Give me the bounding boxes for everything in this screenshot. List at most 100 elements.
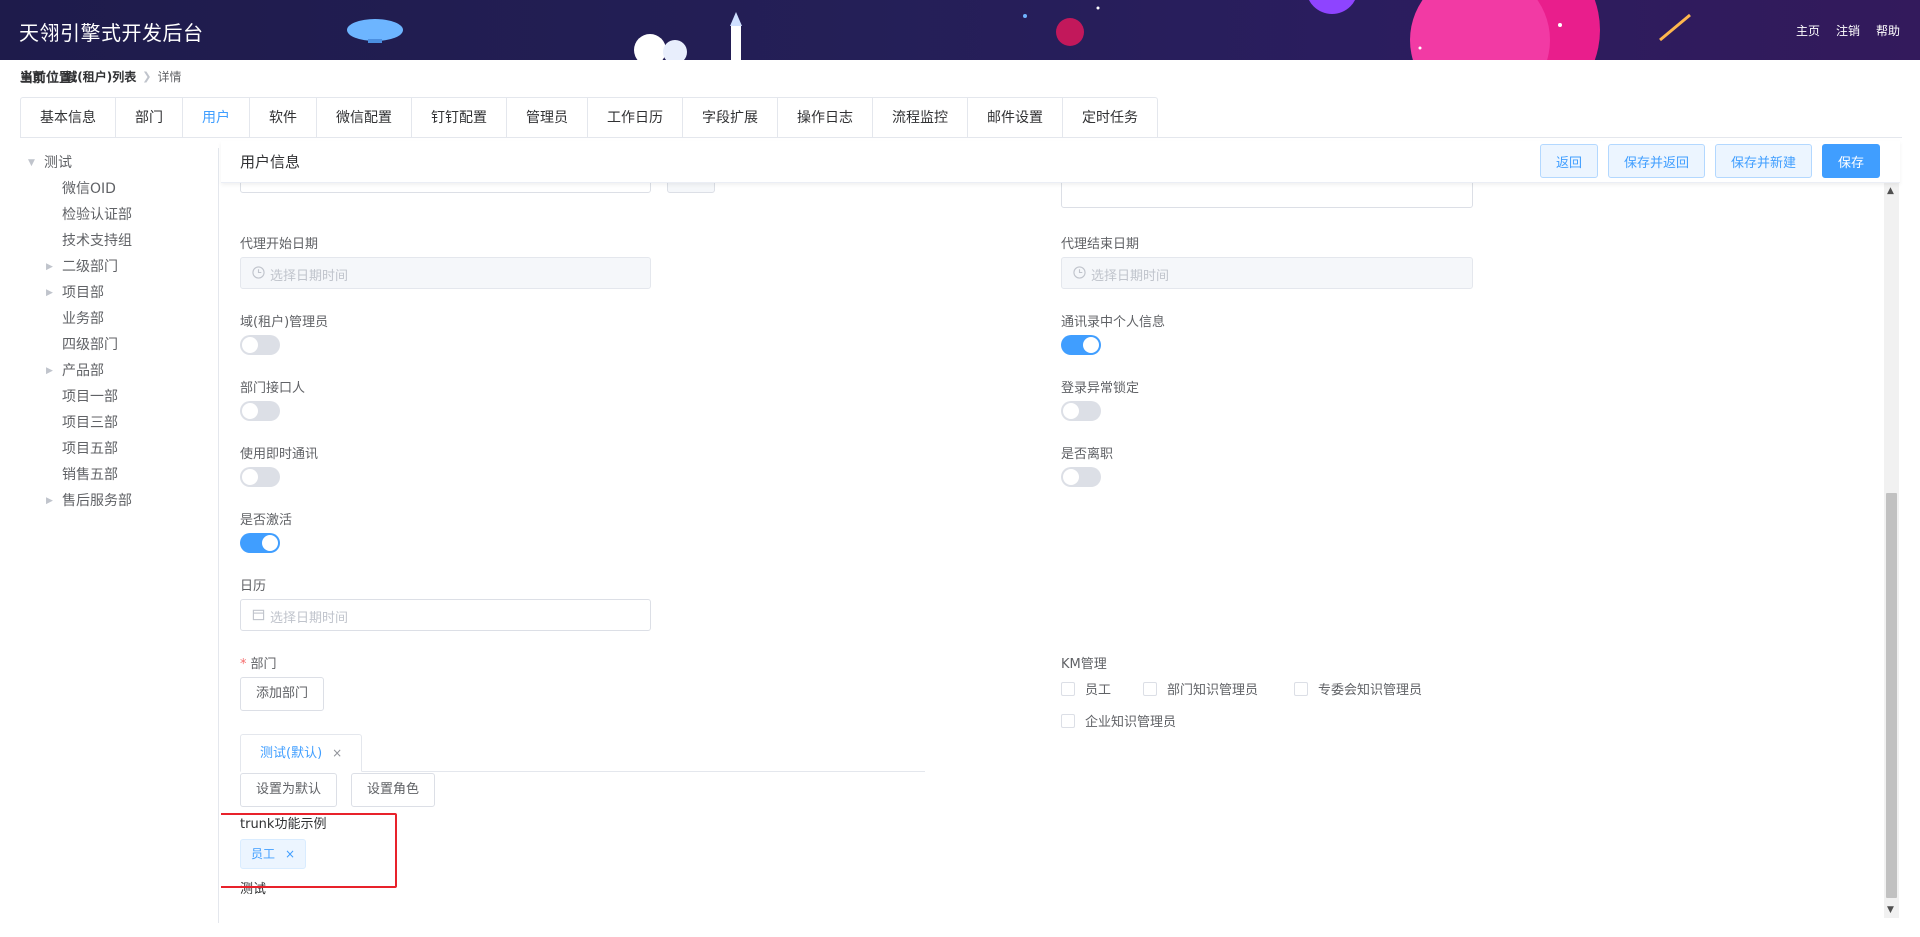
save-button[interactable]: 保存	[1821, 144, 1880, 178]
instant-msg-switch[interactable]	[240, 467, 280, 487]
calendar-input[interactable]: 选择日期时间	[240, 599, 651, 631]
partial-textarea[interactable]	[1061, 183, 1473, 208]
save-and-back-button[interactable]: 保存并返回	[1607, 144, 1705, 178]
tree-node[interactable]: 项目三部	[24, 410, 214, 436]
activated-label: 是否激活	[240, 513, 293, 528]
tabs-divider	[20, 137, 1902, 138]
scrollbar-thumb[interactable]	[1886, 493, 1897, 898]
partial-button[interactable]	[667, 183, 715, 193]
app-title: 天翎引擎式开发后台	[19, 21, 204, 45]
breadcrumb: 当前位置: 主页 ❯ 域(租户)列表 ❯ 详情	[20, 68, 182, 86]
login-lock-switch[interactable]	[1061, 401, 1101, 421]
tab-admin[interactable]: 管理员	[506, 98, 587, 138]
proxy-start-label: 代理开始日期	[240, 237, 319, 252]
tree-node[interactable]: 业务部	[24, 306, 214, 332]
tab-wechat-config[interactable]: 微信配置	[316, 98, 411, 138]
tree-node[interactable]: 销售五部	[24, 462, 214, 488]
user-form: 代理开始日期 选择日期时间 代理结束日期 选择日期时间 域(租户)管理员 通讯录…	[221, 183, 1884, 923]
checkbox-label: 企业知识管理员	[1085, 715, 1177, 730]
activated-switch[interactable]	[240, 533, 280, 553]
tab-department[interactable]: 部门	[115, 98, 182, 138]
proxy-start-input[interactable]: 选择日期时间	[240, 257, 651, 289]
chevron-right-icon: ❯	[142, 70, 152, 83]
header-links: 主页 注销 帮助	[1796, 22, 1900, 39]
tab-basic-info[interactable]: 基本信息	[21, 98, 115, 138]
tree-node[interactable]: 项目一部	[24, 384, 214, 410]
tab-mail-settings[interactable]: 邮件设置	[967, 98, 1062, 138]
contact-personal-switch[interactable]	[1061, 335, 1101, 355]
highlight-box	[221, 813, 397, 888]
tree-node-label: 微信OID	[62, 181, 116, 197]
km-committee-admin-checkbox[interactable]: 专委会知识管理员	[1294, 679, 1422, 698]
caret-right-icon: ▶	[46, 366, 53, 376]
tree-node[interactable]: ▶ 二级部门	[24, 254, 214, 280]
partial-input[interactable]	[240, 183, 651, 193]
instant-msg-label: 使用即时通讯	[240, 447, 319, 462]
tree-node-label: 售后服务部	[62, 493, 132, 509]
tab-software[interactable]: 软件	[249, 98, 316, 138]
tree-node[interactable]: 四级部门	[24, 332, 214, 358]
set-role-button[interactable]: 设置角色	[351, 773, 436, 807]
km-employee-checkbox[interactable]: 员工	[1061, 679, 1111, 698]
scrollbar[interactable]: ▲ ▼	[1884, 183, 1899, 918]
tab-dingtalk-config[interactable]: 钉钉配置	[411, 98, 506, 138]
caret-right-icon: ▶	[46, 288, 53, 298]
dept-contact-switch[interactable]	[240, 401, 280, 421]
dept-tab-label: 测试(默认)	[260, 746, 323, 761]
resigned-label: 是否离职	[1061, 447, 1114, 462]
proxy-end-placeholder: 选择日期时间	[1091, 269, 1170, 284]
proxy-end-input[interactable]: 选择日期时间	[1061, 257, 1473, 289]
tab-operation-log[interactable]: 操作日志	[777, 98, 872, 138]
checkbox-box	[1143, 681, 1157, 696]
tree-node[interactable]: 技术支持组	[24, 228, 214, 254]
scroll-down-icon[interactable]: ▼	[1887, 905, 1894, 915]
main-tabs: 基本信息 部门 用户 软件 微信配置 钉钉配置 管理员 工作日历 字段扩展 操作…	[20, 97, 1158, 138]
tree-node[interactable]: ▶ 项目部	[24, 280, 214, 306]
tree-node[interactable]: ▶ 售后服务部	[24, 488, 214, 514]
add-department-button[interactable]: 添加部门	[240, 677, 325, 711]
tab-work-calendar[interactable]: 工作日历	[587, 98, 682, 138]
checkbox-label: 员工	[1085, 683, 1112, 698]
breadcrumb-current: 详情	[157, 70, 182, 84]
set-default-button[interactable]: 设置为默认	[240, 773, 338, 807]
caret-down-icon: ▼	[28, 158, 35, 168]
km-enterprise-admin-checkbox[interactable]: 企业知识管理员	[1061, 711, 1176, 730]
clock-icon	[252, 266, 265, 279]
tree-node[interactable]: 微信OID	[24, 176, 214, 202]
tab-user[interactable]: 用户	[182, 98, 249, 138]
caret-right-icon: ▶	[46, 262, 53, 272]
help-link[interactable]: 帮助	[1876, 22, 1900, 39]
tree-node[interactable]: ▼ 测试	[24, 150, 214, 176]
scroll-up-icon[interactable]: ▲	[1887, 186, 1894, 196]
back-button[interactable]: 返回	[1539, 144, 1598, 178]
calendar-icon	[252, 609, 265, 621]
checkbox-label: 部门知识管理员	[1167, 683, 1259, 698]
checkbox-box	[1061, 681, 1075, 696]
top-header: 天翎引擎式开发后台 主页 注销 帮助	[0, 0, 1920, 60]
km-dept-admin-checkbox[interactable]: 部门知识管理员	[1143, 679, 1258, 698]
checkbox-box	[1061, 713, 1075, 728]
clock-icon	[1073, 266, 1086, 279]
resigned-switch[interactable]	[1061, 467, 1101, 487]
dept-tab-default[interactable]: 测试(默认) ×	[240, 734, 363, 772]
tree-node[interactable]: 检验认证部	[24, 202, 214, 228]
tree-node[interactable]: 项目五部	[24, 436, 214, 462]
tab-field-extension[interactable]: 字段扩展	[682, 98, 777, 138]
caret-right-icon: ▶	[46, 496, 53, 506]
save-and-new-button[interactable]: 保存并新建	[1714, 144, 1812, 178]
tab-scheduled-tasks[interactable]: 定时任务	[1062, 98, 1157, 138]
home-link[interactable]: 主页	[1796, 22, 1820, 39]
tab-flow-monitor[interactable]: 流程监控	[872, 98, 967, 138]
tree-node-label: 检验认证部	[62, 207, 132, 223]
tree-node-label: 项目一部	[62, 389, 118, 405]
tree-node-label: 技术支持组	[62, 233, 132, 249]
calendar-label: 日历	[240, 579, 267, 594]
km-label: KM管理	[1061, 657, 1107, 672]
tree-node-label: 产品部	[62, 363, 104, 379]
required-mark: *	[240, 657, 247, 672]
close-icon[interactable]: ×	[332, 746, 342, 760]
logout-link[interactable]: 注销	[1836, 22, 1860, 39]
domain-admin-switch[interactable]	[240, 335, 280, 355]
tree-node[interactable]: ▶ 产品部	[24, 358, 214, 384]
breadcrumb-label: 当前位置:	[20, 71, 78, 86]
